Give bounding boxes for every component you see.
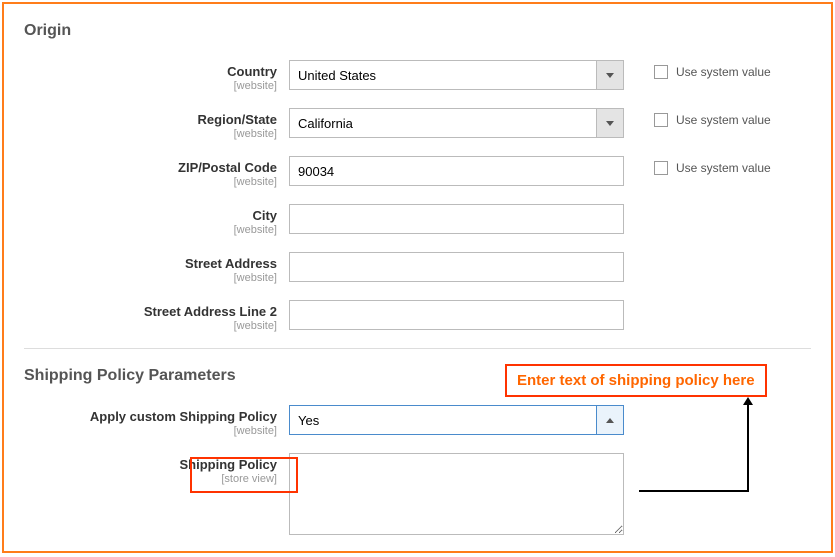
street1-label: Street Address — [185, 256, 277, 271]
zip-label-wrap: ZIP/Postal Code [website] — [24, 156, 289, 188]
zip-system-wrap: Use system value — [624, 156, 771, 175]
city-scope: [website] — [24, 224, 277, 236]
zip-input-wrap — [289, 156, 624, 186]
apply-policy-row: Apply custom Shipping Policy [website] — [24, 405, 811, 437]
region-scope: [website] — [24, 128, 277, 140]
shipping-policy-textarea[interactable] — [289, 453, 624, 535]
country-label: Country — [227, 64, 277, 79]
country-system-label: Use system value — [676, 65, 771, 79]
street2-label: Street Address Line 2 — [144, 304, 277, 319]
region-label: Region/State — [198, 112, 277, 127]
street1-input[interactable] — [289, 252, 624, 282]
region-label-wrap: Region/State [website] — [24, 108, 289, 140]
street2-input-wrap — [289, 300, 624, 330]
annotation-highlight-label — [190, 457, 298, 493]
city-label-wrap: City [website] — [24, 204, 289, 236]
street1-scope: [website] — [24, 272, 277, 284]
zip-system-label: Use system value — [676, 161, 771, 175]
annotation-callout: Enter text of shipping policy here — [505, 364, 767, 397]
city-label: City — [252, 208, 277, 223]
annotation-arrow-head-icon — [743, 397, 753, 405]
country-input-wrap — [289, 60, 624, 90]
shipping-policy-input-wrap — [289, 453, 624, 538]
zip-input[interactable] — [289, 156, 624, 186]
region-row: Region/State [website] Use system value — [24, 108, 811, 140]
city-row: City [website] — [24, 204, 811, 236]
chevron-down-icon — [606, 73, 614, 78]
section-divider — [24, 348, 811, 349]
city-input-wrap — [289, 204, 624, 234]
city-input[interactable] — [289, 204, 624, 234]
country-dropdown-button[interactable] — [596, 60, 624, 90]
apply-policy-label-wrap: Apply custom Shipping Policy [website] — [24, 405, 289, 437]
country-scope: [website] — [24, 80, 277, 92]
region-dropdown-button[interactable] — [596, 108, 624, 138]
origin-section-title: Origin — [24, 22, 811, 40]
region-system-label: Use system value — [676, 113, 771, 127]
zip-label: ZIP/Postal Code — [178, 160, 277, 175]
country-label-wrap: Country [website] — [24, 60, 289, 92]
country-value[interactable] — [289, 60, 624, 90]
country-row: Country [website] Use system value — [24, 60, 811, 92]
annotation-arrow-vertical — [747, 402, 749, 490]
country-system-wrap: Use system value — [624, 60, 771, 79]
config-panel: Origin Country [website] Use system valu… — [2, 2, 833, 553]
region-value[interactable] — [289, 108, 624, 138]
region-system-wrap: Use system value — [624, 108, 771, 127]
street2-label-wrap: Street Address Line 2 [website] — [24, 300, 289, 332]
region-system-checkbox[interactable] — [654, 113, 668, 127]
region-select[interactable] — [289, 108, 624, 138]
region-input-wrap — [289, 108, 624, 138]
shipping-policy-row: Shipping Policy [store view] — [24, 453, 811, 538]
street2-row: Street Address Line 2 [website] — [24, 300, 811, 332]
annotation-arrow-horizontal — [639, 490, 749, 492]
zip-row: ZIP/Postal Code [website] Use system val… — [24, 156, 811, 188]
zip-scope: [website] — [24, 176, 277, 188]
chevron-up-icon — [606, 418, 614, 423]
street1-label-wrap: Street Address [website] — [24, 252, 289, 284]
apply-policy-label: Apply custom Shipping Policy — [90, 409, 277, 424]
country-system-checkbox[interactable] — [654, 65, 668, 79]
zip-system-checkbox[interactable] — [654, 161, 668, 175]
apply-policy-select[interactable] — [289, 405, 624, 435]
street2-scope: [website] — [24, 320, 277, 332]
street1-input-wrap — [289, 252, 624, 282]
apply-policy-scope: [website] — [24, 425, 277, 437]
street1-row: Street Address [website] — [24, 252, 811, 284]
apply-policy-value[interactable] — [289, 405, 624, 435]
apply-policy-dropdown-button[interactable] — [596, 405, 624, 435]
chevron-down-icon — [606, 121, 614, 126]
apply-policy-input-wrap — [289, 405, 624, 435]
street2-input[interactable] — [289, 300, 624, 330]
country-select[interactable] — [289, 60, 624, 90]
